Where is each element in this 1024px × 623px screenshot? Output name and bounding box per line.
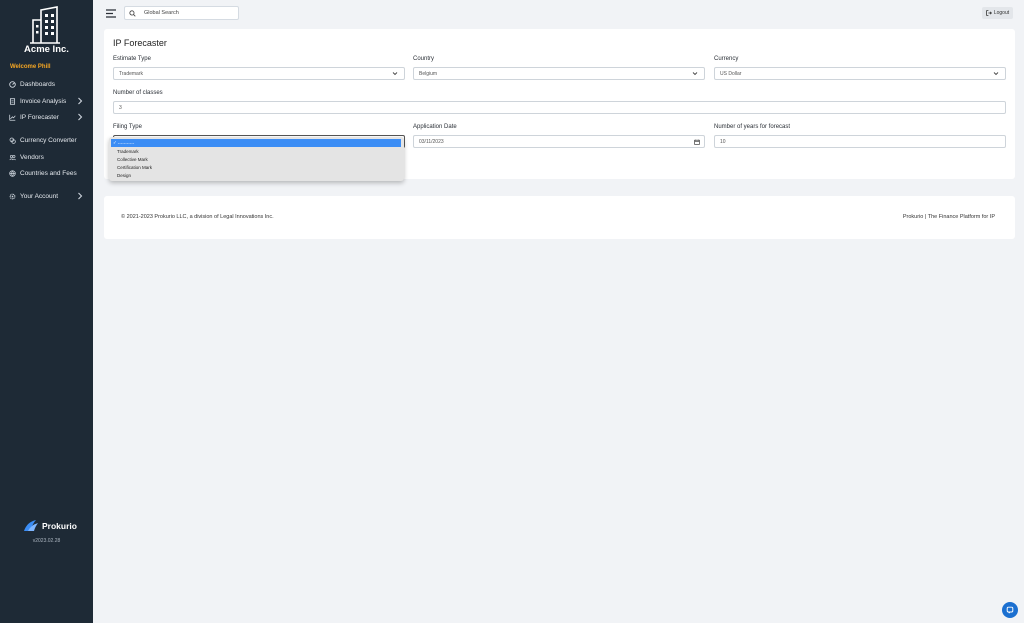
sidebar-item-label: Countries and Fees [20,169,77,177]
footer: © 2021-2023 Prokurio LLC, a division of … [104,196,1015,239]
filing-type-dropdown: ✓ ----------- Trademark Collective Mark … [109,137,404,181]
sidebar-item-countries-and-fees[interactable]: Countries and Fees [0,166,93,180]
welcome-text: Welcome Phill [10,64,51,70]
prokurio-logo-icon [24,520,38,531]
classes-label: Number of classes [113,90,163,96]
sidebar-item-label: Currency Converter [20,136,77,144]
classes-value: 3 [119,104,122,111]
gear-icon [9,193,16,200]
application-date-label: Application Date [413,124,457,130]
application-date-value: 03/11/2023 [419,138,444,145]
dropdown-option-collective-mark[interactable]: Collective Mark [109,155,404,163]
global-search[interactable] [124,6,239,20]
tagline-text: Prokurio | The Finance Platform for IP [902,214,995,220]
sidebar-item-label: Vendors [20,153,44,161]
dropdown-option-selected[interactable]: ✓ ----------- [111,139,401,147]
sidebar-item-your-account[interactable]: Your Account [0,189,93,203]
company-name: Acme Inc. [24,44,69,55]
years-input[interactable]: 10 [714,135,1006,148]
calendar-icon[interactable] [694,139,700,145]
users-icon [9,154,16,161]
sidebar-item-ip-forecaster[interactable]: IP Forecaster [0,110,93,124]
dropdown-option-label: ----------- [117,140,135,146]
brand-name: Prokurio [42,521,77,531]
invoice-icon [9,97,16,105]
logout-icon [986,10,992,16]
application-date-input[interactable]: 03/11/2023 [413,135,705,148]
years-label: Number of years for forecast [714,124,791,130]
sidebar-item-label: IP Forecaster [20,113,59,121]
country-value: Belgium [419,70,438,77]
sidebar-item-vendors[interactable]: Vendors [0,150,93,164]
estimate-type-label: Estimate Type [113,56,151,62]
chevron-right-icon [78,113,83,121]
search-input[interactable] [144,10,234,16]
chat-icon [1006,606,1014,614]
prokurio-brand: Prokurio [22,519,77,533]
copyright-text: © 2021-2023 Prokurio LLC, a division of … [121,214,274,220]
chart-line-icon [9,114,16,121]
estimate-type-select[interactable]: Trademark [113,67,405,80]
search-icon [125,9,139,17]
dropdown-option-certification-mark[interactable]: Certification Mark [109,163,404,171]
logout-label: Logout [993,10,1010,16]
sidebar-item-invoice-analysis[interactable]: Invoice Analysis [0,94,93,108]
country-select[interactable]: Belgium [413,67,705,80]
version-text: v2023.02.28 [32,538,61,544]
sidebar-item-label: Dashboards [20,80,56,88]
sidebar-item-dashboards[interactable]: Dashboards [0,77,93,91]
currency-label: Currency [714,56,739,62]
dropdown-option-design[interactable]: Design [109,171,404,179]
classes-input[interactable]: 3 [113,101,1006,114]
globe-icon [9,169,16,177]
chevron-down-icon [692,72,698,76]
chevron-down-icon [392,72,398,76]
currency-select[interactable]: US Dollar [714,67,1006,80]
chevron-down-icon [993,72,999,76]
logout-button[interactable]: Logout [982,7,1013,19]
sidebar-item-label: Your Account [20,192,59,200]
chevron-right-icon [78,192,83,200]
sidebar: Acme Inc. Welcome Phill Dashboards Invoi… [0,0,93,623]
filing-type-label: Filing Type [113,124,142,130]
dropdown-option-trademark[interactable]: Trademark [109,147,404,155]
dashboard-icon [9,80,16,88]
currency-icon [9,137,16,144]
sidebar-item-currency-converter[interactable]: Currency Converter [0,133,93,147]
estimate-type-value: Trademark [119,70,143,77]
check-icon: ✓ [113,140,117,145]
sidebar-item-label: Invoice Analysis [20,97,67,105]
years-value: 10 [720,138,726,145]
building-logo-icon [30,6,60,44]
chat-button[interactable] [1002,602,1018,618]
chevron-right-icon [78,97,83,105]
currency-value: US Dollar [720,70,742,77]
page-title: IP Forecaster [113,38,167,48]
menu-toggle-icon[interactable] [106,9,116,18]
country-label: Country [413,56,435,62]
